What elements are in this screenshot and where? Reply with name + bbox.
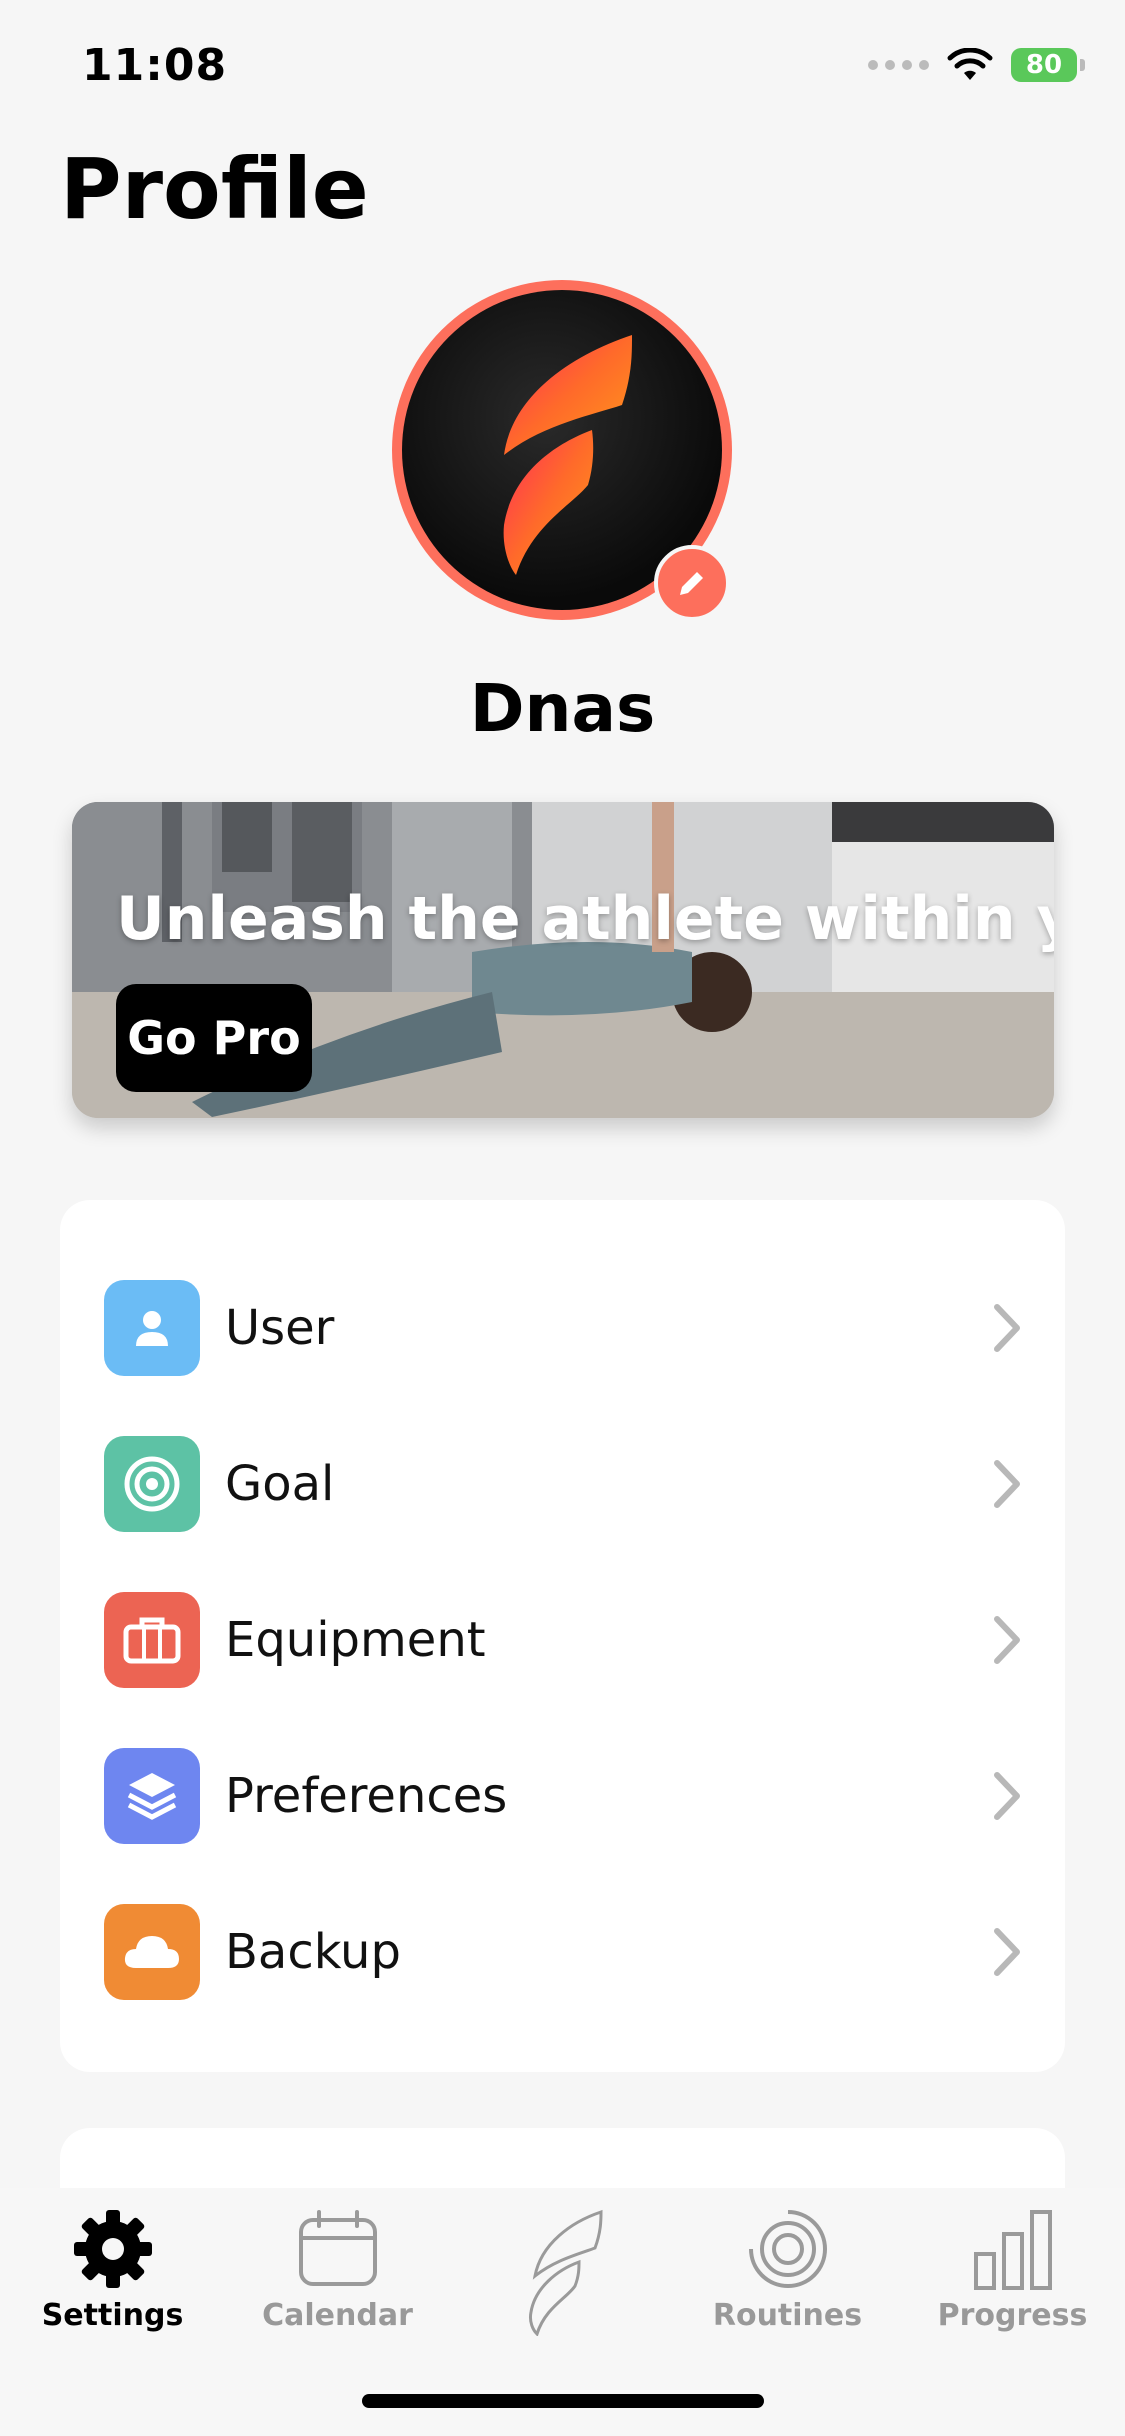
gear-icon bbox=[73, 2210, 152, 2288]
promo-headline: Unleash the athlete within you bbox=[116, 884, 1054, 954]
routines-icon bbox=[748, 2210, 827, 2288]
settings-row-preferences[interactable]: Preferences bbox=[60, 1718, 1065, 1874]
calendar-icon bbox=[298, 2210, 377, 2286]
profile-name: Dnas bbox=[469, 670, 656, 747]
tab-home[interactable] bbox=[450, 2206, 675, 2356]
go-pro-banner[interactable]: Unleash the athlete within you Go Pro bbox=[72, 802, 1054, 1118]
chevron-right-icon bbox=[994, 1928, 1020, 1976]
briefcase-icon bbox=[104, 1592, 200, 1688]
chevron-right-icon bbox=[994, 1616, 1020, 1664]
person-icon bbox=[104, 1280, 200, 1376]
settings-row-label: Goal bbox=[225, 1456, 335, 1512]
settings-row-backup[interactable]: Backup bbox=[60, 1874, 1065, 2030]
status-time: 11:08 bbox=[82, 40, 228, 91]
tab-label: Calendar bbox=[262, 2298, 413, 2333]
pencil-icon bbox=[680, 572, 703, 595]
tab-settings[interactable]: Settings bbox=[0, 2206, 225, 2356]
chevron-right-icon bbox=[994, 1460, 1020, 1508]
cellular-signal-icon bbox=[868, 60, 929, 70]
bar-chart-icon bbox=[973, 2210, 1052, 2290]
settings-row-label: Backup bbox=[225, 1924, 401, 1980]
battery-icon: 80 bbox=[1011, 48, 1085, 82]
chevron-right-icon bbox=[994, 1772, 1020, 1820]
chevron-right-icon bbox=[994, 1304, 1020, 1352]
home-indicator[interactable] bbox=[362, 2394, 764, 2408]
settings-list: User Goal Equipment Preferences Backup bbox=[60, 1200, 1065, 2072]
tab-calendar[interactable]: Calendar bbox=[225, 2206, 450, 2356]
settings-row-user[interactable]: User bbox=[60, 1250, 1065, 1406]
status-indicators: 80 bbox=[868, 48, 1085, 82]
settings-row-label: User bbox=[225, 1300, 335, 1356]
target-icon bbox=[104, 1436, 200, 1532]
tab-routines[interactable]: Routines bbox=[675, 2206, 900, 2356]
settings-row-label: Equipment bbox=[225, 1612, 486, 1668]
tab-label: Settings bbox=[41, 2298, 184, 2333]
settings-row-equipment[interactable]: Equipment bbox=[60, 1562, 1065, 1718]
app-logo-icon bbox=[503, 335, 632, 575]
settings-row-goal[interactable]: Goal bbox=[60, 1406, 1065, 1562]
go-pro-button[interactable]: Go Pro bbox=[116, 984, 312, 1092]
settings-row-label: Preferences bbox=[225, 1768, 508, 1824]
status-bar: 11:08 80 bbox=[0, 0, 1125, 140]
page-title: Profile bbox=[60, 140, 369, 238]
tab-progress[interactable]: Progress bbox=[900, 2206, 1125, 2356]
battery-level: 80 bbox=[1025, 50, 1063, 80]
edit-avatar-button[interactable] bbox=[654, 545, 730, 621]
cloud-icon bbox=[104, 1904, 200, 2000]
layers-icon bbox=[104, 1748, 200, 1844]
tab-label: Progress bbox=[937, 2298, 1088, 2333]
app-logo-icon bbox=[528, 2209, 603, 2336]
wifi-icon bbox=[947, 48, 993, 80]
tab-label: Routines bbox=[712, 2298, 863, 2333]
